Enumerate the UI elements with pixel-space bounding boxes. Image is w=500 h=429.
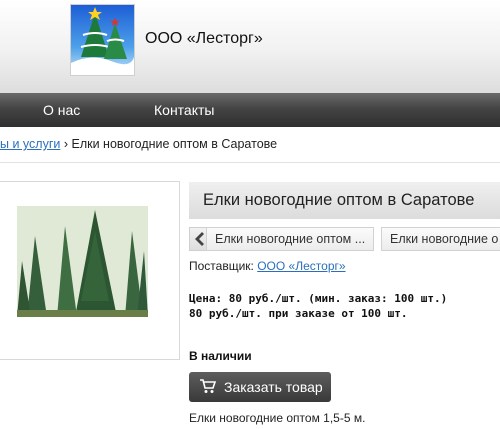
nav-item-contacts[interactable]: Контакты — [154, 102, 214, 118]
company-name[interactable]: ООО «Лесторг» — [145, 30, 263, 48]
christmas-trees-logo[interactable] — [70, 4, 135, 76]
related-product-tab-1[interactable]: Елки новогодние оптом ... — [206, 227, 374, 251]
breadcrumb-separator: › — [63, 137, 69, 151]
chevron-left-icon — [195, 232, 204, 246]
availability-status: В наличии — [189, 349, 252, 363]
supplier-link[interactable]: ООО «Лесторг» — [257, 259, 345, 273]
divider — [0, 162, 500, 163]
order-button-label: Заказать товар — [224, 379, 323, 395]
product-title: Елки новогодние оптом в Саратове — [203, 191, 475, 209]
main-nav: О нас Контакты — [0, 93, 500, 127]
supplier-line: Поставщик: ООО «Лесторг» — [189, 259, 346, 273]
price-line: Цена: 80 руб./шт. (мин. заказ: 100 шт.) — [189, 292, 448, 305]
order-button[interactable]: Заказать товар — [189, 372, 331, 402]
fir-trees-photo[interactable] — [17, 206, 148, 317]
cart-icon — [200, 379, 216, 393]
product-image-frame — [0, 181, 180, 360]
breadcrumb-current: Елки новогодние оптом в Саратове — [71, 137, 278, 151]
site-header: ООО «Лесторг» — [0, 0, 500, 93]
supplier-label: Поставщик: — [189, 259, 254, 273]
wholesale-price-line: 80 руб./шт. при заказе от 100 шт. — [189, 307, 408, 320]
product-description: Елки новогодние оптом 1,5-5 м. — [189, 411, 366, 425]
product-title-bar: Елки новогодние оптом в Саратове — [189, 182, 500, 219]
breadcrumb-link-services[interactable]: ы и услуги — [0, 137, 60, 151]
breadcrumb: ы и услуги › Елки новогодние оптом в Сар… — [0, 137, 277, 151]
nav-item-about[interactable]: О нас — [43, 102, 80, 118]
related-product-tab-2[interactable]: Елки новогодние о — [381, 227, 500, 251]
